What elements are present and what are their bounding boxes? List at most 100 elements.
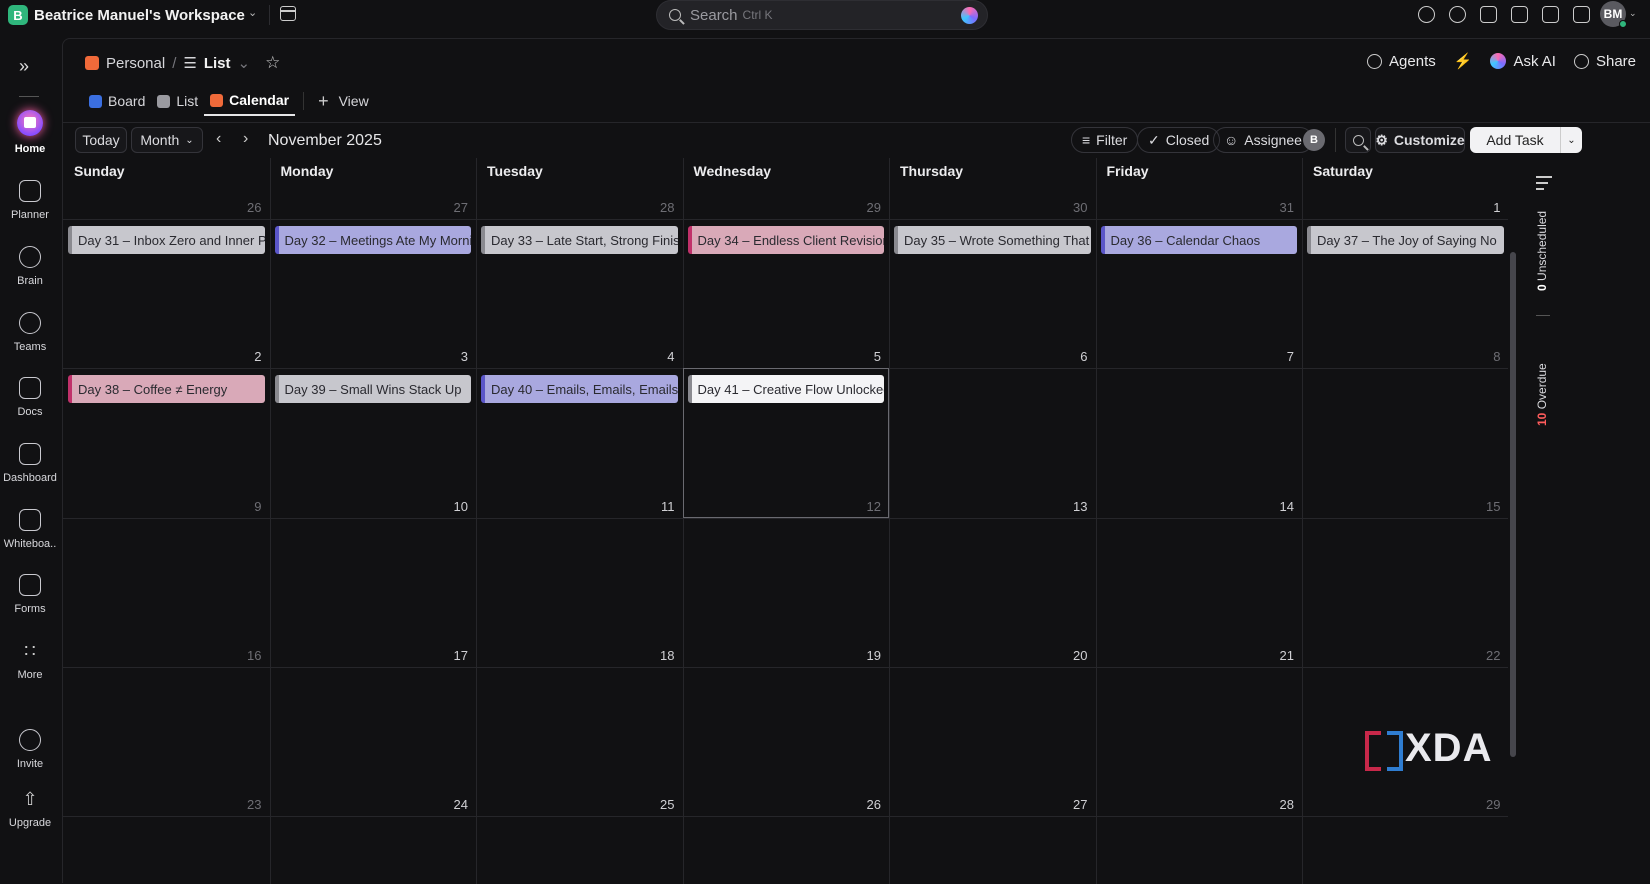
day-number[interactable]: 7	[1264, 349, 1294, 364]
day-number[interactable]: 11	[645, 499, 675, 514]
day-number[interactable]: 4	[645, 349, 674, 364]
customize-button[interactable]: ⚙ Customize	[1375, 127, 1465, 153]
chevron-down-icon[interactable]: ⌄	[248, 6, 257, 19]
breadcrumb-list[interactable]: List	[204, 55, 231, 72]
task-card[interactable]: Day 33 – Late Start, Strong Finish	[481, 226, 678, 254]
day-number[interactable]: 5	[851, 349, 881, 364]
day-number[interactable]: 29	[1471, 797, 1500, 812]
day-number[interactable]: 24	[438, 797, 468, 812]
add-view-button[interactable]: + View	[312, 86, 375, 116]
tab-calendar[interactable]: Calendar	[204, 86, 296, 116]
day-number[interactable]: 26	[851, 797, 881, 812]
ai-brain-icon[interactable]	[961, 7, 978, 24]
unscheduled-tab[interactable]: 0 Unscheduled	[1535, 211, 1549, 291]
add-task-button[interactable]: Add Task ⌄	[1470, 127, 1582, 153]
task-card[interactable]: Day 39 – Small Wins Stack Up	[274, 375, 471, 403]
month-select[interactable]: Month ⌄	[131, 127, 203, 153]
day-number[interactable]: 16	[232, 648, 261, 663]
breadcrumb-space[interactable]: Personal	[106, 55, 165, 72]
task-check-icon[interactable]	[1418, 6, 1435, 23]
reminder-clock-icon[interactable]	[1449, 6, 1466, 23]
menu-lines-icon[interactable]	[1536, 176, 1552, 194]
chevron-down-icon[interactable]: ⌄	[1629, 8, 1637, 19]
sidebar-item-more[interactable]: ∷ More	[0, 640, 60, 681]
overdue-tab[interactable]: 10 Overdue	[1535, 363, 1549, 426]
day-number[interactable]: 28	[645, 200, 674, 215]
day-number[interactable]: 27	[1058, 797, 1087, 812]
workspace-badge[interactable]: B	[8, 5, 28, 25]
search-button[interactable]	[1345, 127, 1371, 153]
task-card[interactable]: Day 32 – Meetings Ate My Morning	[274, 226, 471, 254]
sidebar-item-invite[interactable]: Invite	[0, 729, 60, 770]
day-number[interactable]: 28	[1264, 797, 1294, 812]
ask-ai-button[interactable]: Ask AI	[1490, 53, 1556, 70]
today-button[interactable]: Today	[75, 127, 127, 153]
day-number[interactable]: 17	[438, 648, 468, 663]
workspace-name[interactable]: Beatrice Manuel's Workspace	[34, 7, 245, 24]
day-number[interactable]: 19	[851, 648, 881, 663]
tab-list[interactable]: List	[151, 86, 204, 116]
sidebar-item-planner[interactable]: Planner	[0, 180, 60, 221]
task-card[interactable]: Day 41 – Creative Flow Unlocked	[687, 375, 884, 403]
task-card[interactable]: Day 35 – Wrote Something That Mattered	[894, 226, 1091, 254]
chevron-down-icon[interactable]: ⌄	[1560, 127, 1582, 153]
day-number[interactable]: 23	[232, 797, 261, 812]
dashboard-icon[interactable]	[1573, 6, 1590, 23]
day-number[interactable]: 10	[438, 499, 468, 514]
sidebar-item-forms[interactable]: Forms	[0, 574, 60, 615]
tab-board[interactable]: Board	[83, 86, 151, 116]
weekday-header: Wednesday	[693, 163, 772, 179]
day-number[interactable]: 29	[851, 200, 881, 215]
day-number[interactable]: 6	[1058, 349, 1087, 364]
day-number[interactable]: 1	[1471, 200, 1500, 215]
task-card[interactable]: Day 37 – The Joy of Saying No	[1307, 226, 1504, 254]
day-number[interactable]: 20	[1058, 648, 1087, 663]
doc-icon[interactable]	[1511, 6, 1528, 23]
day-number[interactable]: 26	[232, 200, 261, 215]
task-card[interactable]: Day 38 – Coffee ≠ Energy	[68, 375, 265, 403]
automation-bolt-icon[interactable]: ⚡	[1454, 52, 1473, 70]
task-card[interactable]: Day 34 – Endless Client Revisions	[687, 226, 884, 254]
expand-sidebar-icon[interactable]: »	[19, 56, 29, 77]
day-number[interactable]: 9	[232, 499, 261, 514]
day-number[interactable]: 25	[645, 797, 674, 812]
day-number[interactable]: 8	[1471, 349, 1500, 364]
day-number[interactable]: 31	[1264, 200, 1294, 215]
day-number[interactable]: 21	[1264, 648, 1294, 663]
day-number[interactable]: 22	[1471, 648, 1500, 663]
filter-button[interactable]: ≡ Filter	[1071, 127, 1139, 153]
whiteboard-icon[interactable]	[1542, 6, 1559, 23]
agents-button[interactable]: Agents	[1367, 53, 1436, 70]
sidebar-item-whiteboards[interactable]: Whiteboa..	[0, 509, 60, 550]
day-number[interactable]: 30	[1058, 200, 1087, 215]
sidebar-item-dashboard[interactable]: Dashboard	[0, 443, 60, 484]
sidebar-item-home[interactable]: Home	[0, 110, 60, 155]
day-number[interactable]: 18	[645, 648, 674, 663]
day-number[interactable]: 15	[1471, 499, 1500, 514]
search-bar[interactable]: Search Ctrl K	[656, 0, 988, 30]
assignee-avatar[interactable]: B	[1303, 129, 1325, 151]
share-button[interactable]: Share	[1573, 53, 1636, 70]
day-number[interactable]: 3	[438, 349, 468, 364]
video-record-icon[interactable]	[1480, 6, 1497, 23]
prev-month-icon[interactable]: ‹	[216, 130, 221, 148]
day-number[interactable]: 2	[232, 349, 261, 364]
day-number[interactable]: 27	[438, 200, 468, 215]
calendar-icon[interactable]	[280, 6, 296, 21]
chevron-down-icon[interactable]: ⌄	[238, 54, 251, 72]
sidebar-item-brain[interactable]: Brain	[0, 246, 60, 287]
star-icon[interactable]: ☆	[265, 53, 280, 73]
next-month-icon[interactable]: ›	[243, 130, 248, 148]
task-card[interactable]: Day 36 – Calendar Chaos	[1100, 226, 1297, 254]
overdue-count: 10	[1535, 412, 1549, 426]
task-card[interactable]: Day 40 – Emails, Emails, Emails	[481, 375, 678, 403]
scrollbar[interactable]	[1510, 252, 1516, 757]
closed-button[interactable]: ✓ Closed	[1137, 127, 1221, 153]
task-card[interactable]: Day 31 – Inbox Zero and Inner Peace	[68, 226, 265, 254]
sidebar-item-docs[interactable]: Docs	[0, 377, 60, 418]
sidebar-item-upgrade[interactable]: ⇧ Upgrade	[0, 788, 60, 829]
sidebar-item-teams[interactable]: Teams	[0, 312, 60, 353]
day-number[interactable]: 13	[1058, 499, 1087, 514]
day-number[interactable]: 14	[1264, 499, 1294, 514]
assignee-button[interactable]: ☺ Assignee	[1213, 127, 1313, 153]
